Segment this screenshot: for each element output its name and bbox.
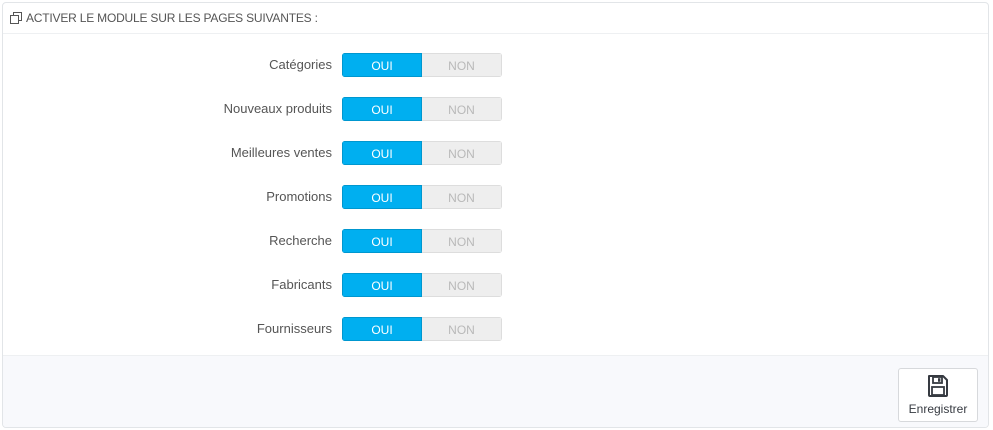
row-label: Recherche	[269, 233, 332, 248]
row-label: Nouveaux produits	[223, 101, 332, 116]
switch-on-option[interactable]: OUI	[342, 229, 422, 253]
switch-fabricants[interactable]: OUI NON	[342, 273, 502, 297]
switch-off-option[interactable]: NON	[422, 97, 502, 121]
switch-on-option[interactable]: OUI	[342, 141, 422, 165]
switch-on-option[interactable]: OUI	[342, 97, 422, 121]
row-label: Catégories	[269, 57, 332, 72]
switch-recherche[interactable]: OUI NON	[342, 229, 502, 253]
row-categories: Catégories OUI NON	[3, 53, 988, 77]
switch-off-option[interactable]: NON	[422, 229, 502, 253]
switch-fournisseurs[interactable]: OUI NON	[342, 317, 502, 341]
row-label: Fournisseurs	[256, 321, 332, 336]
row-promotions: Promotions OUI NON	[3, 185, 988, 209]
switch-on-option[interactable]: OUI	[342, 273, 422, 297]
panel-heading: ACTIVER LE MODULE SUR LES PAGES SUIVANTE…	[3, 3, 988, 34]
switch-off-option[interactable]: NON	[422, 185, 502, 209]
switch-off-option[interactable]: NON	[422, 317, 502, 341]
switch-promotions[interactable]: OUI NON	[342, 185, 502, 209]
save-button-label: Enregistrer	[908, 402, 968, 416]
row-label: Promotions	[266, 189, 332, 204]
switch-form: Catégories OUI NON Nouveaux produits OUI…	[3, 34, 988, 356]
row-fabricants: Fabricants OUI NON	[3, 273, 988, 297]
row-fournisseurs: Fournisseurs OUI NON	[3, 317, 988, 341]
module-pages-panel: ACTIVER LE MODULE SUR LES PAGES SUIVANTE…	[2, 2, 989, 428]
panel-footer: Enregistrer	[3, 355, 988, 427]
row-recherche: Recherche OUI NON	[3, 229, 988, 253]
copy-icon	[10, 11, 23, 25]
switch-off-option[interactable]: NON	[422, 273, 502, 297]
switch-nouveaux-produits[interactable]: OUI NON	[342, 97, 502, 121]
switch-categories[interactable]: OUI NON	[342, 53, 502, 77]
switch-on-option[interactable]: OUI	[342, 53, 422, 77]
save-button[interactable]: Enregistrer	[898, 368, 978, 422]
row-label: Meilleures ventes	[230, 145, 332, 160]
switch-meilleures-ventes[interactable]: OUI NON	[342, 141, 502, 165]
switch-off-option[interactable]: NON	[422, 53, 502, 77]
row-meilleures-ventes: Meilleures ventes OUI NON	[3, 141, 988, 165]
floppy-disk-icon	[926, 374, 950, 398]
row-label: Fabricants	[271, 277, 332, 292]
switch-on-option[interactable]: OUI	[342, 185, 422, 209]
switch-off-option[interactable]: NON	[422, 141, 502, 165]
switch-on-option[interactable]: OUI	[342, 317, 422, 341]
row-nouveaux-produits: Nouveaux produits OUI NON	[3, 97, 988, 121]
panel-title: ACTIVER LE MODULE SUR LES PAGES SUIVANTE…	[26, 11, 318, 25]
